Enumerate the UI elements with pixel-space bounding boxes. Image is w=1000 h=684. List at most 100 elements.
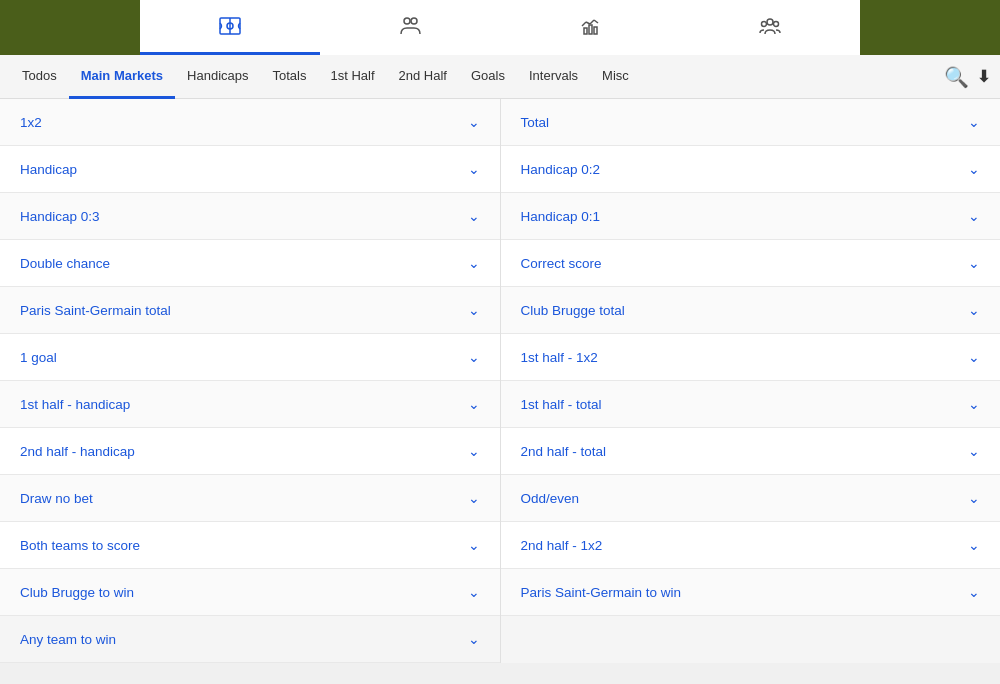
svg-rect-11	[594, 27, 597, 34]
list-item: Total ⌄	[501, 99, 1001, 146]
left-col: 1x2 ⌄ Handicap ⌄ Handicap 0:3 ⌄ Double c…	[0, 99, 501, 663]
top-bar	[0, 0, 1000, 55]
chevron-down-icon[interactable]: ⌄	[468, 490, 480, 506]
list-item: 1 goal ⌄	[0, 334, 500, 381]
list-item: Handicap 0:2 ⌄	[501, 146, 1001, 193]
chevron-down-icon[interactable]: ⌄	[968, 114, 980, 130]
list-item: 2nd half - handicap ⌄	[0, 428, 500, 475]
chevron-down-icon[interactable]: ⌄	[468, 255, 480, 271]
market-label[interactable]: 1st half - total	[521, 397, 602, 412]
top-tab-field[interactable]	[140, 0, 320, 55]
svg-line-5	[582, 22, 586, 26]
filter-icon[interactable]: ⬇	[977, 67, 990, 86]
top-tab-stats[interactable]	[500, 0, 680, 55]
market-label[interactable]: Handicap 0:1	[521, 209, 601, 224]
market-label[interactable]: Club Brugge to win	[20, 585, 134, 600]
list-item: Correct score ⌄	[501, 240, 1001, 287]
list-item: Handicap 0:1 ⌄	[501, 193, 1001, 240]
top-tab-teams[interactable]	[680, 0, 860, 55]
list-item: Paris Saint-Germain to win ⌄	[501, 569, 1001, 616]
chevron-down-icon[interactable]: ⌄	[968, 443, 980, 459]
svg-point-12	[767, 19, 773, 25]
market-label[interactable]: Odd/even	[521, 491, 580, 506]
chevron-down-icon[interactable]: ⌄	[968, 584, 980, 600]
svg-line-6	[586, 22, 590, 24]
market-label[interactable]: Total	[521, 115, 550, 130]
svg-point-14	[774, 22, 779, 27]
markets-content: 1x2 ⌄ Handicap ⌄ Handicap 0:3 ⌄ Double c…	[0, 99, 1000, 663]
market-label[interactable]: 1st half - handicap	[20, 397, 130, 412]
nav-item-intervals[interactable]: Intervals	[517, 55, 590, 99]
chevron-down-icon[interactable]: ⌄	[468, 631, 480, 647]
chevron-down-icon[interactable]: ⌄	[468, 443, 480, 459]
market-label[interactable]: Handicap 0:3	[20, 209, 100, 224]
market-label[interactable]: Handicap	[20, 162, 77, 177]
nav-item-todos[interactable]: Todos	[10, 55, 69, 99]
list-item: Both teams to score ⌄	[0, 522, 500, 569]
svg-point-4	[411, 18, 417, 24]
list-item: Handicap 0:3 ⌄	[0, 193, 500, 240]
chevron-down-icon[interactable]: ⌄	[968, 208, 980, 224]
chevron-down-icon[interactable]: ⌄	[968, 537, 980, 553]
list-item: 1x2 ⌄	[0, 99, 500, 146]
chevron-down-icon[interactable]: ⌄	[468, 208, 480, 224]
market-label[interactable]: 2nd half - 1x2	[521, 538, 603, 553]
chevron-down-icon[interactable]: ⌄	[468, 114, 480, 130]
chevron-down-icon[interactable]: ⌄	[968, 161, 980, 177]
svg-line-7	[590, 20, 594, 24]
chevron-down-icon[interactable]: ⌄	[468, 302, 480, 318]
chevron-down-icon[interactable]: ⌄	[968, 255, 980, 271]
nav-actions: 🔍 ⬇	[944, 65, 990, 89]
market-label[interactable]: 1st half - 1x2	[521, 350, 598, 365]
nav-item-misc[interactable]: Misc	[590, 55, 641, 99]
top-tab-players[interactable]	[320, 0, 500, 55]
list-item: Club Brugge to win ⌄	[0, 569, 500, 616]
market-label[interactable]: 1 goal	[20, 350, 57, 365]
chevron-down-icon[interactable]: ⌄	[468, 396, 480, 412]
nav-item-1st-half[interactable]: 1st Half	[318, 55, 386, 99]
market-label[interactable]: Both teams to score	[20, 538, 140, 553]
list-item	[501, 616, 1001, 663]
list-item: 2nd half - total ⌄	[501, 428, 1001, 475]
chevron-down-icon[interactable]: ⌄	[968, 396, 980, 412]
chevron-down-icon[interactable]: ⌄	[468, 584, 480, 600]
chevron-down-icon[interactable]: ⌄	[468, 349, 480, 365]
market-label[interactable]: Club Brugge total	[521, 303, 625, 318]
market-label[interactable]: Paris Saint-Germain total	[20, 303, 171, 318]
market-label[interactable]: Double chance	[20, 256, 110, 271]
chevron-down-icon[interactable]: ⌄	[968, 302, 980, 318]
nav-item-handicaps[interactable]: Handicaps	[175, 55, 260, 99]
market-label[interactable]: Handicap 0:2	[521, 162, 601, 177]
nav-item-goals[interactable]: Goals	[459, 55, 517, 99]
nav-item-2nd-half[interactable]: 2nd Half	[387, 55, 459, 99]
svg-rect-10	[589, 25, 592, 34]
nav-item-totals[interactable]: Totals	[261, 55, 319, 99]
chevron-down-icon[interactable]: ⌄	[468, 537, 480, 553]
list-item: Any team to win ⌄	[0, 616, 500, 663]
market-label[interactable]: Any team to win	[20, 632, 116, 647]
nav-item-main-markets[interactable]: Main Markets	[69, 55, 175, 99]
list-item: 1st half - 1x2 ⌄	[501, 334, 1001, 381]
market-label[interactable]: 2nd half - handicap	[20, 444, 135, 459]
market-label[interactable]: 1x2	[20, 115, 42, 130]
chevron-down-icon[interactable]: ⌄	[968, 490, 980, 506]
chevron-down-icon[interactable]: ⌄	[968, 349, 980, 365]
list-item: Paris Saint-Germain total ⌄	[0, 287, 500, 334]
search-icon[interactable]: 🔍	[944, 65, 969, 89]
svg-point-13	[762, 22, 767, 27]
list-item: 2nd half - 1x2 ⌄	[501, 522, 1001, 569]
market-label[interactable]: Paris Saint-Germain to win	[521, 585, 682, 600]
market-label[interactable]: Draw no bet	[20, 491, 93, 506]
list-item: Odd/even ⌄	[501, 475, 1001, 522]
list-item: Club Brugge total ⌄	[501, 287, 1001, 334]
top-tab-container	[140, 0, 860, 55]
market-label[interactable]: Correct score	[521, 256, 602, 271]
list-item: Double chance ⌄	[0, 240, 500, 287]
svg-line-8	[594, 20, 598, 23]
market-label[interactable]: 2nd half - total	[521, 444, 607, 459]
nav-bar: Todos Main Markets Handicaps Totals 1st …	[0, 55, 1000, 99]
list-item: 1st half - handicap ⌄	[0, 381, 500, 428]
svg-rect-9	[584, 28, 587, 34]
chevron-down-icon[interactable]: ⌄	[468, 161, 480, 177]
list-item: Draw no bet ⌄	[0, 475, 500, 522]
